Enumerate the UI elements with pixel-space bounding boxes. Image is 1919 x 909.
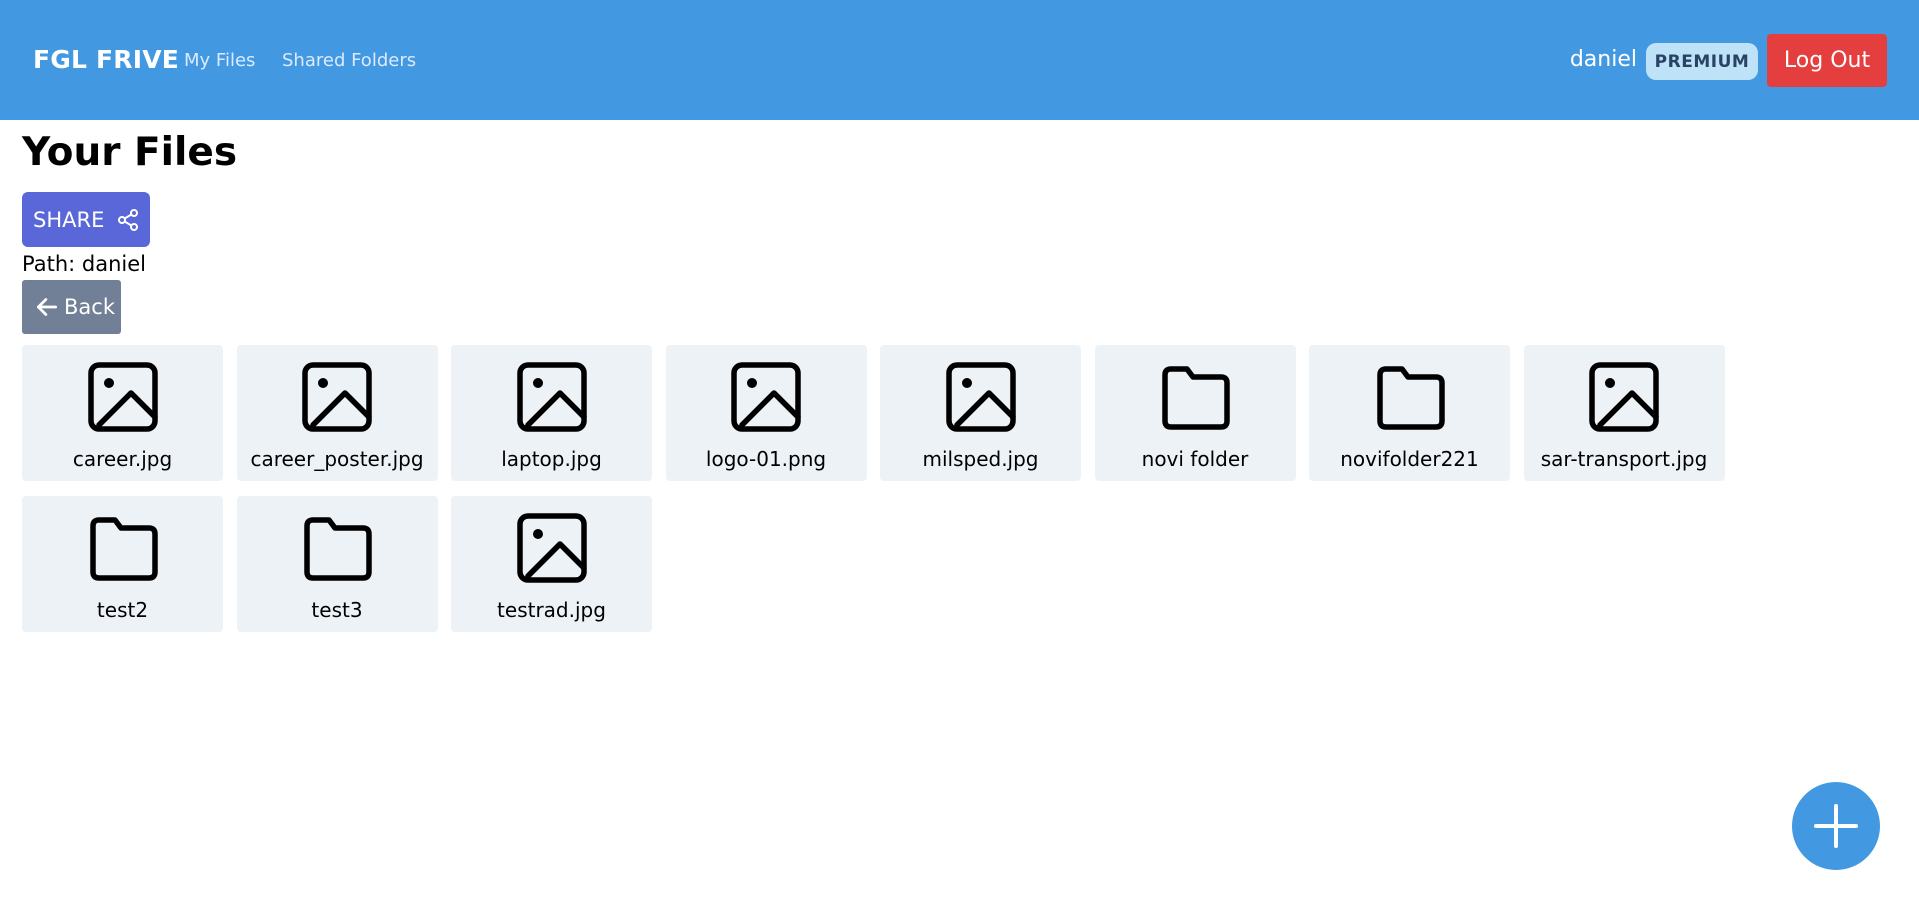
folder-icon [301, 512, 373, 588]
file-tile[interactable]: test3 [236, 496, 438, 632]
file-tile[interactable]: milsped.jpg [880, 345, 1081, 481]
file-tile[interactable]: test2 [22, 496, 223, 632]
logout-button[interactable]: Log Out [1767, 34, 1887, 87]
current-path: Path: daniel [22, 252, 146, 276]
nav-link-shared-folders[interactable]: Shared Folders [282, 50, 416, 71]
arrow-left-icon [36, 298, 58, 316]
file-tile[interactable]: career_poster.jpg [236, 345, 438, 481]
file-name: testrad.jpg [497, 598, 606, 622]
image-icon [516, 361, 588, 437]
file-grid: career.jpg career_poster.jpg laptop.jpg log… [22, 345, 1725, 632]
file-tile[interactable]: career.jpg [22, 345, 223, 481]
file-tile[interactable]: novi folder [1094, 345, 1296, 481]
share-icon [118, 208, 139, 231]
folder-icon [1374, 361, 1446, 437]
image-icon [516, 512, 588, 588]
image-icon [1588, 361, 1660, 437]
plus-icon [1814, 804, 1858, 848]
nav-link-my-files[interactable]: My Files [184, 50, 255, 71]
file-name: logo-01.png [705, 447, 827, 471]
page-title: Your Files [22, 130, 238, 175]
premium-badge: PREMIUM [1646, 43, 1758, 80]
file-name: novi folder [1141, 447, 1249, 471]
file-name: novifolder221 [1340, 447, 1479, 471]
back-button[interactable]: Back [22, 280, 121, 334]
share-button-label: SHARE [33, 207, 105, 232]
add-file-button[interactable] [1792, 782, 1880, 870]
file-tile[interactable]: sar-transport.jpg [1523, 345, 1725, 481]
share-button[interactable]: SHARE [22, 192, 150, 247]
brand-logo[interactable]: FGL FRIVE [33, 45, 179, 74]
image-icon [730, 361, 802, 437]
file-name: career.jpg [72, 447, 173, 471]
file-tile[interactable]: testrad.jpg [451, 496, 652, 632]
image-icon [87, 361, 159, 437]
username-label: daniel [1569, 47, 1637, 72]
file-tile[interactable]: logo-01.png [665, 345, 867, 481]
file-tile[interactable]: novifolder221 [1309, 345, 1510, 481]
back-button-label: Back [64, 295, 115, 319]
file-name: test2 [96, 598, 149, 622]
file-name: test3 [311, 598, 363, 622]
file-name: career_poster.jpg [250, 447, 424, 471]
folder-icon [87, 512, 159, 588]
file-name: sar-transport.jpg [1540, 447, 1708, 471]
top-navbar: FGL FRIVE My Files Shared Folders daniel… [0, 0, 1919, 120]
folder-icon [1159, 361, 1231, 437]
file-tile[interactable]: laptop.jpg [451, 345, 652, 481]
file-name: milsped.jpg [922, 447, 1039, 471]
image-icon [945, 361, 1017, 437]
image-icon [301, 361, 373, 437]
file-name: laptop.jpg [501, 447, 602, 471]
